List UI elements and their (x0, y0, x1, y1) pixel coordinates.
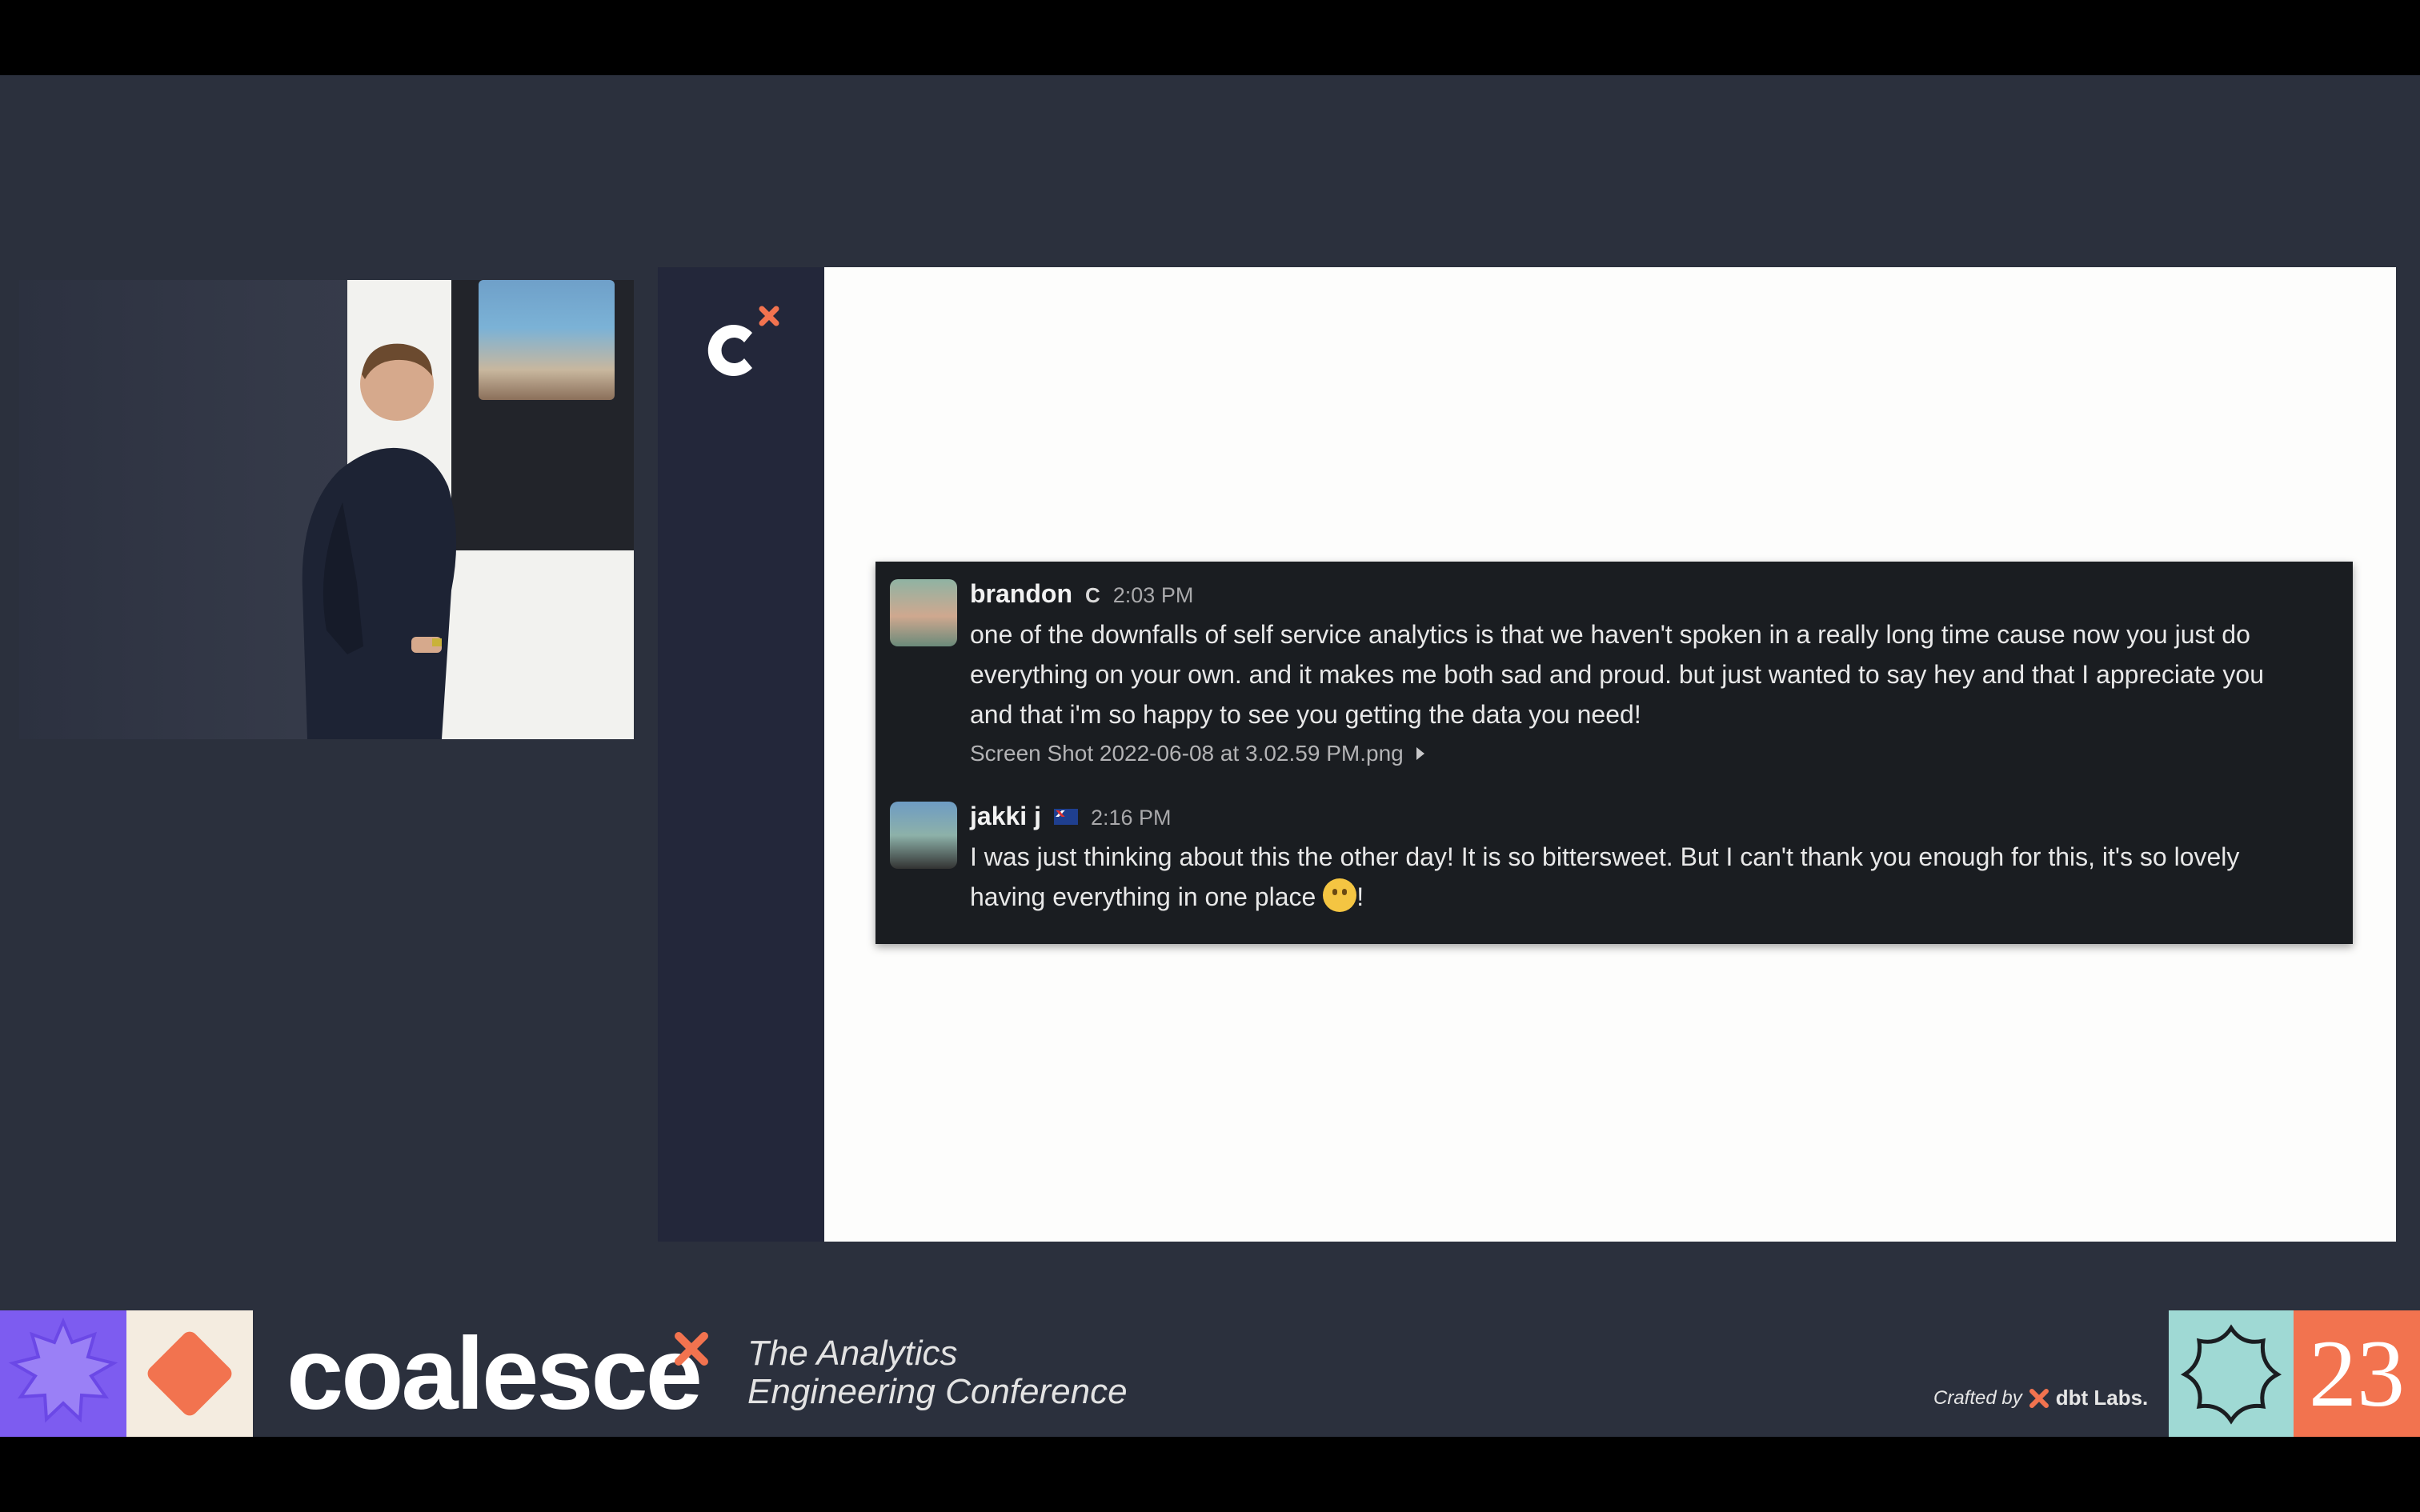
crafted-by-org: dbt Labs. (2055, 1386, 2149, 1410)
slack-conversation-screenshot: brandon C 2:03 PM one of the downfalls o… (875, 562, 2353, 944)
message-line: having everything in one place ! (970, 877, 2330, 917)
video-photo-thumbnail (479, 280, 615, 400)
tagline-line-2: Engineering Conference (747, 1372, 1128, 1411)
speaker-video (19, 280, 634, 739)
cream-tile (126, 1310, 253, 1437)
message-time: 2:16 PM (1090, 806, 1172, 830)
message-text: one of the downfalls of self service ana… (970, 614, 2330, 734)
coalesce-badge-icon: C (1084, 583, 1100, 607)
coalesce-c-icon (707, 306, 779, 376)
caret-right-icon (1416, 747, 1424, 760)
message-header: brandon C 2:03 PM (970, 579, 2330, 614)
message-line-end: ! (1356, 882, 1364, 911)
letterbox-top (0, 0, 2420, 75)
message-body: brandon C 2:03 PM one of the downfalls o… (970, 579, 2330, 766)
letterbox-bottom (0, 1437, 2420, 1512)
author-name: jakki j (970, 802, 1041, 830)
message-time: 2:03 PM (1112, 583, 1194, 607)
tagline-line-1: The Analytics (747, 1334, 958, 1373)
slide-sidebar (658, 267, 826, 1242)
avatar (890, 802, 957, 869)
attachment: Screen Shot 2022-06-08 at 3.02.59 PM.png (970, 741, 2330, 766)
teal-tile (2169, 1310, 2295, 1437)
slightly-smiling-face-icon (1323, 878, 1357, 912)
message-line-text: having everything in one place (970, 882, 1316, 911)
crafted-by: Crafted by dbt Labs. (1933, 1386, 2148, 1410)
coalesce-x-icon (675, 1332, 708, 1366)
tagline: The Analytics Engineering Conference (747, 1334, 1128, 1411)
author-name: brandon (970, 579, 1072, 608)
attachment-filename: Screen Shot 2022-06-08 at 3.02.59 PM.png (970, 741, 1404, 766)
starburst-icon (8, 1317, 118, 1423)
crafted-by-label: Crafted by (1933, 1386, 2022, 1409)
year-tile: 23 (2294, 1310, 2420, 1437)
message-line: and that i'm so happy to see you getting… (970, 700, 1641, 729)
message-line: one of the downfalls of self service ana… (970, 620, 2250, 649)
message-line: everything on your own. and it makes me … (970, 660, 2264, 689)
purple-tile (0, 1310, 126, 1437)
australia-flag-icon (1053, 809, 1078, 825)
avatar (890, 579, 957, 646)
message-text: I was just thinking about this the other… (970, 837, 2330, 917)
coalesce-wordmark: coalesce (286, 1317, 703, 1431)
diamond-icon (147, 1331, 232, 1416)
dbt-logo-icon (2029, 1388, 2049, 1408)
speaker-figure (302, 343, 457, 739)
message-header: jakki j 2:16 PM (970, 802, 2330, 837)
wavy-star-icon (2180, 1324, 2282, 1425)
message-line: I was just thinking about this the other… (970, 842, 2240, 871)
message-body: jakki j 2:16 PM I was just thinking abou… (970, 802, 2330, 917)
